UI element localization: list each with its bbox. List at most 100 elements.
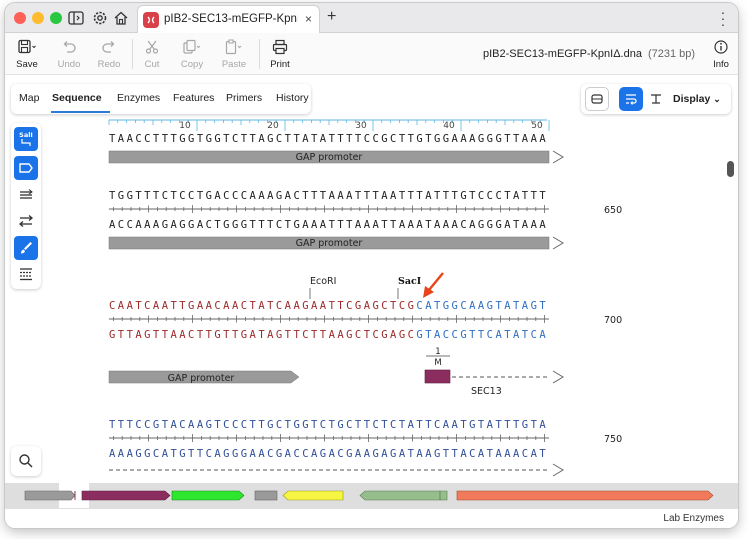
bottom-strand[interactable]: AAAGGCATGTTCAGGGAACGACCAGACGAAGAGATAAGTT… (109, 448, 547, 460)
position-ruler: 10 20 30 40 50 (108, 119, 550, 131)
paste-button[interactable]: Paste (216, 37, 252, 70)
orf-sequence: CATGGCAAGTATAGT (416, 300, 547, 312)
feature-gap-promoter[interactable]: GAP promoter (108, 236, 564, 250)
tab-primers[interactable]: Primers (226, 92, 262, 104)
orf-sequence: GTACCGTTCATATCA (416, 329, 547, 341)
save-label: Save (16, 59, 38, 70)
search-icon (19, 454, 33, 468)
feature-button[interactable] (14, 156, 38, 180)
vertical-scrollbar-thumb[interactable] (727, 161, 734, 177)
promoter-sequence: CAATCAATTGAACAACTATCAAGAATTCGAGCTCG (109, 300, 415, 312)
wrap-text-icon (626, 94, 637, 105)
plasmid-overview-bar[interactable] (5, 483, 738, 508)
map-feature-orange[interactable] (456, 490, 714, 501)
top-strand[interactable]: CAATCAATTGAACAACTATCAAGAATTCGAGCTCGCATGG… (109, 300, 547, 312)
sidebar-toggle-icon[interactable] (67, 9, 85, 27)
feature-label: GAP promoter (168, 373, 235, 384)
brush-icon (21, 242, 32, 254)
top-strand[interactable]: TGGTTTCTCCTGACCCAAAGACTTTAAATTTAATTTATTT… (109, 190, 547, 202)
map-feature-megfp[interactable] (171, 490, 245, 501)
top-strand[interactable]: TAACCTTTGGTGGTCTTAGCTTATATTTTCCGCTTGTGGA… (109, 133, 547, 145)
cut-button[interactable]: Cut (134, 37, 170, 70)
more-options-icon[interactable]: · · · (720, 5, 726, 31)
undo-icon (51, 37, 87, 57)
promoter-sequence: GTTAGTTAACTTGTTGATAGTTCTTAAGCTCGAGC (109, 329, 415, 341)
save-button[interactable]: Save (9, 37, 45, 70)
ruler-label: 30 (355, 121, 367, 131)
bottom-strand[interactable]: GTTAGTTAACTTGTTGATAGTTCTTAAGCTCGAGCGTACC… (109, 329, 547, 341)
tab-enzymes[interactable]: Enzymes (117, 92, 160, 104)
feature-label: GAP promoter (296, 238, 363, 249)
print-button[interactable]: Print (262, 37, 298, 70)
sall-label: SalI (19, 131, 33, 139)
lab-enzymes-link[interactable]: Lab Enzymes (663, 513, 724, 524)
gear-icon[interactable] (91, 9, 109, 27)
ruler-label: 50 (531, 121, 543, 131)
minimize-window-button[interactable] (32, 12, 44, 24)
map-feature-green[interactable] (359, 490, 448, 501)
home-icon[interactable] (112, 9, 130, 27)
display-menu-button[interactable]: Display ⌄ (673, 93, 721, 105)
sequence-view[interactable]: 10 20 30 40 50 TAACCTTTGGTGGTCTTAGCTTATA… (5, 3, 738, 528)
grid-text-icon (20, 268, 32, 281)
top-strand[interactable]: TTTCCGTACAAGTCCCTTGCTGGTCTGCTTCTCTATTCAA… (109, 419, 547, 431)
new-tab-button[interactable]: + (327, 8, 336, 26)
feature-arrow-icon (19, 163, 33, 173)
map-feature-sec13[interactable] (81, 490, 171, 501)
feature-gap-promoter[interactable]: GAP promoter (108, 370, 300, 384)
app-window: pIB2-SEC13-mEGFP-KpnIΔ.d × + ··· Save Un… (5, 3, 738, 528)
enzyme-site-saci[interactable]: SacI (397, 276, 422, 299)
sequence-canvas[interactable]: 10 20 30 40 50 TAACCTTTGGTGGTCTTAGCTTATA… (5, 3, 738, 528)
toolbar-divider (259, 39, 260, 69)
strand-toggle-button[interactable] (14, 183, 38, 207)
amino-acid: M (434, 358, 441, 368)
save-icon (9, 37, 45, 57)
tab-map[interactable]: Map (19, 92, 39, 104)
undo-button[interactable]: Undo (51, 37, 87, 70)
position-number: 700 (604, 315, 622, 326)
orf-translation[interactable]: 1 M (426, 347, 450, 368)
map-feature-yellow[interactable] (282, 490, 344, 501)
ruler-label: 20 (267, 121, 279, 131)
sequence-map-icon (591, 94, 603, 104)
tab-title: pIB2-SEC13-mEGFP-KpnIΔ.d (164, 13, 298, 25)
close-tab-icon[interactable]: × (305, 12, 312, 26)
enzyme-site-ecori[interactable]: EcoRI (309, 276, 336, 299)
copy-icon (174, 37, 210, 57)
linear-view-button[interactable] (585, 87, 609, 111)
redo-icon (91, 37, 127, 57)
enzyme-site-button[interactable]: SalI (14, 127, 38, 151)
copy-label: Copy (180, 59, 204, 70)
reverse-complement-button[interactable] (14, 209, 38, 233)
position-number: 750 (604, 434, 622, 445)
feature-gap-promoter[interactable]: GAP promoter (108, 150, 564, 164)
close-window-button[interactable] (14, 12, 26, 24)
double-strand-icon (20, 189, 33, 199)
main-toolbar: Save Undo Redo Cut Copy Paste Print pIB2… (5, 33, 738, 75)
redo-button[interactable]: Redo (91, 37, 127, 70)
map-feature-terminator[interactable] (254, 490, 278, 501)
copy-button[interactable]: Copy (174, 37, 210, 70)
feature-sec13[interactable]: SEC13 (424, 369, 564, 397)
map-feature-gap[interactable] (24, 490, 76, 501)
fit-width-button[interactable] (644, 87, 668, 111)
info-button[interactable]: Info (703, 37, 738, 70)
feature-label: GAP promoter (296, 152, 363, 163)
find-button[interactable] (11, 446, 41, 476)
undo-label: Undo (57, 59, 81, 70)
paste-label: Paste (221, 59, 247, 70)
tab-features[interactable]: Features (173, 92, 214, 104)
document-tab[interactable]: pIB2-SEC13-mEGFP-KpnIΔ.d × (137, 5, 320, 33)
file-name: pIB2-SEC13-mEGFP-KpnIΔ.dna (483, 48, 642, 60)
ruler-label: 40 (443, 121, 455, 131)
zoom-window-button[interactable] (50, 12, 62, 24)
tab-history[interactable]: History (276, 92, 309, 104)
tab-sequence[interactable]: Sequence (52, 92, 102, 104)
scissors-icon (134, 37, 170, 57)
strand-ladder (109, 434, 549, 442)
color-button[interactable] (14, 236, 38, 260)
bottom-strand[interactable]: ACCAAAGAGGACTGGGTTTCTGAAATTTAAATTAAATAAA… (109, 219, 547, 231)
toolbar-divider (132, 39, 133, 69)
wrap-sequence-button[interactable] (619, 87, 643, 111)
translation-button[interactable] (14, 262, 38, 286)
